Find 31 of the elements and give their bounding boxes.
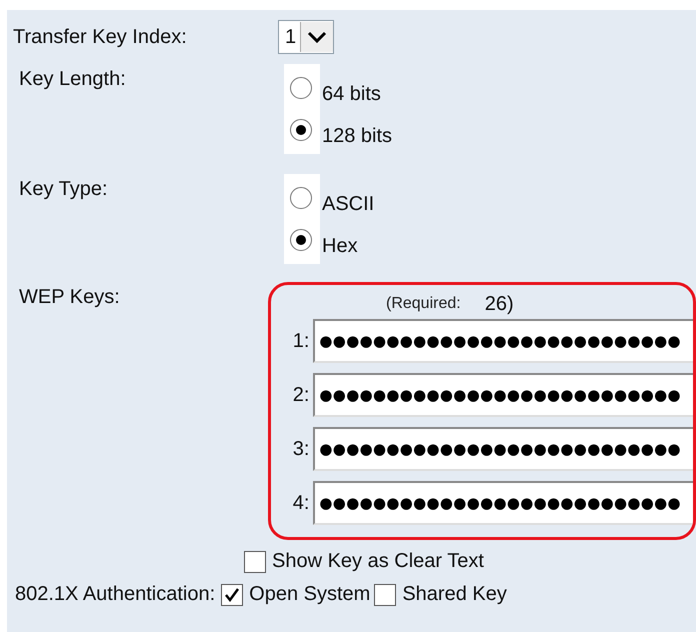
field-label: WEP Keys: — [18, 285, 121, 310]
checkbox[interactable] — [221, 584, 244, 606]
field-label: 802.1X Authentication: — [15, 583, 216, 606]
radio-button[interactable] — [290, 77, 312, 99]
key-field[interactable]: ●●●●●●●●●●●●●●●●●●●●●●●●●●● — [313, 427, 693, 471]
checkbox[interactable] — [374, 584, 396, 606]
key-field[interactable]: ●●●●●●●●●●●●●●●●●●●●●●●●●●● — [313, 373, 693, 417]
radio-button[interactable] — [290, 229, 312, 251]
key-index-dropdown[interactable]: 1 — [278, 20, 334, 54]
radio-button[interactable] — [290, 119, 312, 141]
field-label: Key Length: — [18, 67, 127, 92]
option-label: 128 bits — [322, 124, 392, 148]
key-field[interactable]: ●●●●●●●●●●●●●●●●●●●●●●●●●●● — [313, 319, 693, 363]
key-number: 1: — [292, 329, 310, 354]
required-label: (Required: — [386, 295, 461, 313]
option-label: ASCII — [322, 192, 374, 216]
field-label: Key Type: — [18, 177, 109, 202]
option-label: 64 bits — [322, 82, 381, 106]
required-count: 26) — [484, 292, 514, 316]
caret-icon — [300, 22, 334, 52]
field-label: Transfer Key Index: — [12, 26, 188, 48]
key-number: 3: — [292, 437, 310, 462]
radio-button[interactable] — [290, 187, 312, 209]
checkbox[interactable] — [244, 550, 266, 572]
key-number: 2: — [292, 383, 310, 408]
checkbox-label: Open System — [249, 583, 370, 606]
checkbox-label: Shared Key — [402, 583, 507, 606]
key-field[interactable]: ●●●●●●●●●●●●●●●●●●●●●●●●●●● — [313, 481, 693, 525]
checkbox-label: Show Key as Clear Text — [272, 550, 484, 573]
key-number: 4: — [292, 491, 310, 516]
option-label: Hex — [322, 234, 358, 258]
